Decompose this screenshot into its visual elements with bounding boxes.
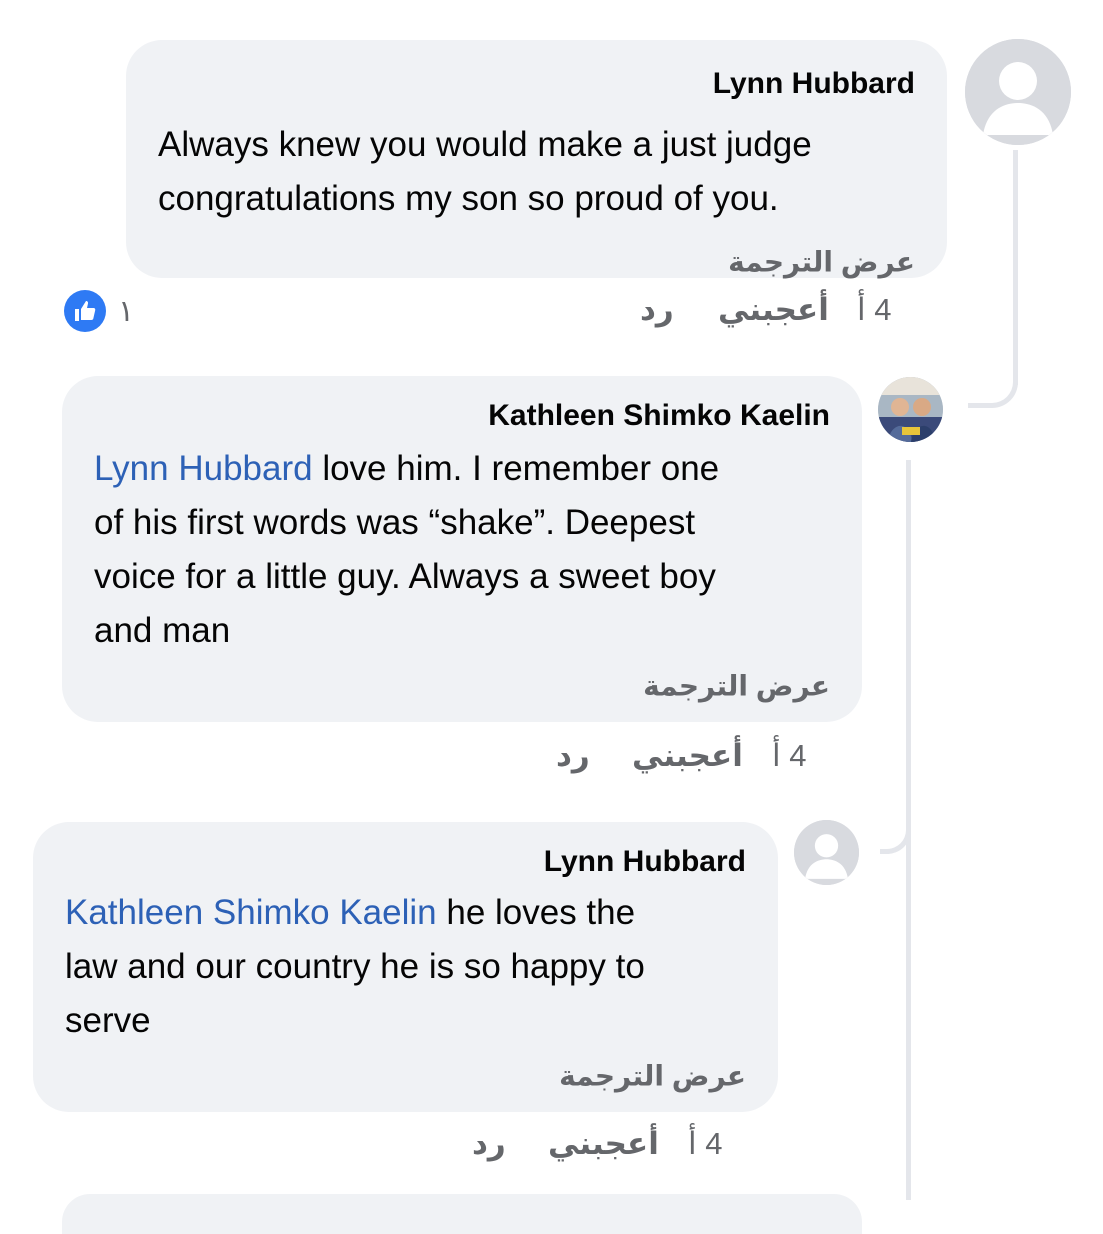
comment-actions: 4 أ أعجبني رد	[0, 1126, 1103, 1166]
comment-author[interactable]: Lynn Hubbard	[713, 66, 915, 102]
comment-actions: 4 أ أعجبني رد	[0, 738, 1103, 778]
comment-text: Lynn Hubbard love him. I remember one of…	[94, 442, 719, 658]
avatar-default[interactable]	[794, 820, 859, 885]
mention-link[interactable]: Lynn Hubbard	[94, 449, 313, 488]
comment-time[interactable]: 4 أ	[688, 1126, 722, 1162]
comment-actions: 4 أ أعجبني رد	[0, 292, 1103, 332]
comment-bubble: Kathleen Shimko Kaelin Lynn Hubbard love…	[62, 376, 862, 722]
default-user-icon	[965, 39, 1071, 145]
like-button[interactable]: أعجبني	[632, 738, 743, 774]
comment-text: Kathleen Shimko Kaelin he loves the law …	[65, 886, 645, 1048]
reply-button[interactable]: رد	[640, 292, 674, 328]
like-button[interactable]: أعجبني	[718, 292, 829, 328]
comment-bubble: Lynn Hubbard Kathleen Shimko Kaelin he l…	[33, 822, 778, 1112]
reaction-summary[interactable]: ١	[64, 290, 134, 332]
reply-button[interactable]: رد	[556, 738, 590, 774]
mention-link[interactable]: Kathleen Shimko Kaelin	[65, 893, 437, 932]
see-translation-link[interactable]: عرض الترجمة	[728, 246, 915, 279]
see-translation-link[interactable]: عرض الترجمة	[643, 670, 830, 703]
avatar-default[interactable]	[965, 39, 1071, 145]
reaction-count: ١	[118, 294, 135, 328]
comment-text: Always knew you would make a just judge …	[158, 125, 812, 218]
comment-time[interactable]: 4 أ	[857, 292, 891, 328]
next-comment-bubble-edge	[62, 1194, 862, 1234]
reply-button[interactable]: رد	[472, 1126, 506, 1162]
default-user-icon	[794, 820, 859, 885]
comment-bubble: Lynn Hubbard Always knew you would make …	[126, 40, 947, 278]
comment-time[interactable]: 4 أ	[772, 738, 806, 774]
see-translation-link[interactable]: عرض الترجمة	[559, 1060, 746, 1093]
like-button[interactable]: أعجبني	[548, 1126, 659, 1162]
thumbs-up-icon	[64, 290, 106, 332]
comment-author[interactable]: Kathleen Shimko Kaelin	[488, 398, 830, 434]
profile-photo	[878, 377, 943, 442]
thread-line-main	[1013, 150, 1018, 385]
thread-line-curve	[968, 380, 1018, 408]
avatar-photo[interactable]	[878, 377, 943, 442]
comment-author[interactable]: Lynn Hubbard	[544, 844, 746, 880]
